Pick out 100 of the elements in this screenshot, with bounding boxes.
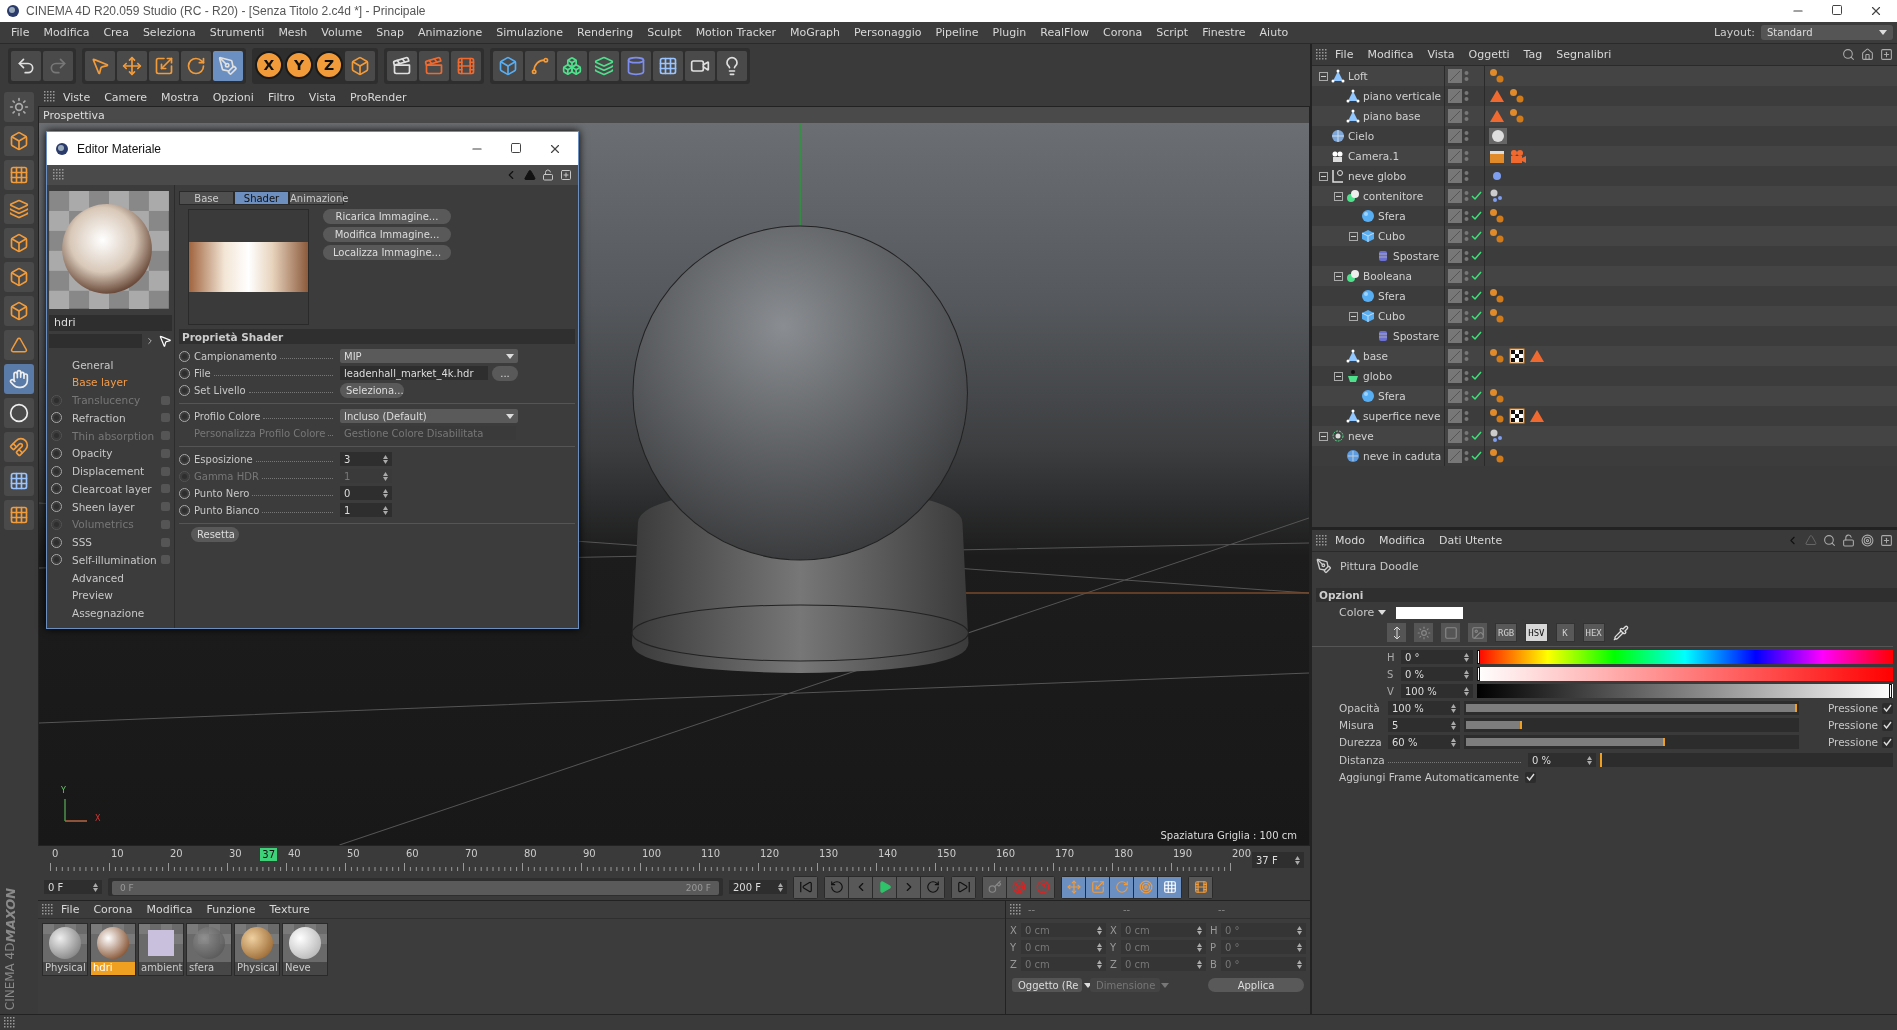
tab[interactable]: Base xyxy=(179,191,234,205)
menu-item[interactable]: Dati Utente xyxy=(1431,534,1510,547)
object-name[interactable]: contenitore xyxy=(1363,190,1424,202)
axis-lock-button[interactable]: X xyxy=(255,51,283,79)
channel-item[interactable]: Assegnazione xyxy=(49,604,172,622)
menu-item[interactable]: ProRender xyxy=(342,90,414,104)
menu-item[interactable]: Simulazione xyxy=(489,26,571,39)
dropdown[interactable]: Incluso (Default) xyxy=(340,409,518,423)
object-name[interactable]: globo xyxy=(1363,370,1393,382)
menu-item[interactable]: Vista xyxy=(1420,48,1462,61)
menu-item[interactable]: Mostra xyxy=(154,90,206,104)
browse-button[interactable]: ... xyxy=(492,365,518,381)
menu-item[interactable]: Funzione xyxy=(199,903,263,916)
menu-item[interactable]: File xyxy=(1328,48,1361,61)
menu-item[interactable]: Crea xyxy=(96,26,136,39)
object-name[interactable]: Cielo xyxy=(1348,130,1375,142)
select-button[interactable]: Seleziona... xyxy=(340,382,404,398)
layout-dropdown[interactable]: Standard xyxy=(1761,25,1893,40)
object-name[interactable]: piano base xyxy=(1363,110,1421,122)
material-name-field[interactable]: hdri xyxy=(49,314,172,331)
number-field[interactable]: 5 xyxy=(1388,718,1460,732)
menu-item[interactable]: Opzioni xyxy=(205,90,261,104)
color-mode-button[interactable]: RGB xyxy=(1495,623,1518,642)
axis-lock-button[interactable]: Y xyxy=(285,51,313,79)
menu-item[interactable]: Corona xyxy=(86,903,140,916)
menu-item[interactable]: Camere xyxy=(97,90,155,104)
color-mode-button[interactable]: K xyxy=(1555,623,1575,642)
number-field[interactable]: 0 ° xyxy=(1401,650,1473,664)
channel-item[interactable]: Advanced xyxy=(49,568,172,587)
reset-button[interactable]: Resetta xyxy=(191,527,239,542)
menu-item[interactable]: Texture xyxy=(262,903,317,916)
object-name[interactable]: Sfera xyxy=(1378,290,1406,302)
channel-item[interactable]: Refraction xyxy=(49,408,172,427)
color-mode-button[interactable]: HSV xyxy=(1525,623,1548,642)
menu-item[interactable]: RealFlow xyxy=(1033,26,1097,39)
object-name[interactable]: superfice neve xyxy=(1363,410,1441,422)
menu-item[interactable]: Plugin xyxy=(985,26,1034,39)
material-name[interactable]: Neve xyxy=(283,962,327,975)
channel-item[interactable]: Preview xyxy=(49,586,172,605)
channel-item[interactable]: Self-illumination xyxy=(49,550,172,569)
menu-item[interactable]: Rendering xyxy=(570,26,641,39)
object-name[interactable]: base xyxy=(1363,350,1389,362)
number-field[interactable]: 1 xyxy=(340,503,392,517)
number-field[interactable]: 0 % xyxy=(1401,667,1473,681)
menu-item[interactable]: Oggetti xyxy=(1461,48,1517,61)
object-name[interactable]: Spostare xyxy=(1393,330,1440,342)
number-field[interactable]: 100 % xyxy=(1401,684,1473,698)
image-action-button[interactable]: Modifica Immagine... xyxy=(323,227,451,242)
channel-item[interactable]: Clearcoat layer xyxy=(49,479,172,498)
menu-item[interactable]: Modo xyxy=(1328,534,1372,547)
menu-item[interactable]: Motion Tracker xyxy=(688,26,784,39)
material-name[interactable]: Physical xyxy=(43,962,87,975)
object-name[interactable]: Sfera xyxy=(1378,390,1406,402)
menu-item[interactable]: Seleziona xyxy=(135,26,203,39)
channel-item[interactable]: Sheen layer xyxy=(49,497,172,516)
object-name[interactable]: piano verticale xyxy=(1363,90,1442,102)
current-frame-field[interactable]: 37 F xyxy=(1252,852,1304,868)
apply-button[interactable]: Applica xyxy=(1208,978,1304,992)
menu-item[interactable]: Strumenti xyxy=(202,26,272,39)
color-mode-button[interactable]: HEX xyxy=(1582,623,1605,642)
menu-item[interactable]: Mesh xyxy=(271,26,315,39)
start-frame-field[interactable]: 0 F xyxy=(44,880,102,894)
end-frame-field[interactable]: 200 F xyxy=(729,880,787,894)
menu-item[interactable]: Sculpt xyxy=(640,26,689,39)
menu-item[interactable]: Corona xyxy=(1096,26,1150,39)
menu-item[interactable]: File xyxy=(54,903,87,916)
menu-item[interactable]: Volume xyxy=(314,26,370,39)
menu-item[interactable]: Viste xyxy=(56,90,98,104)
channel-item[interactable]: Displacement xyxy=(49,462,172,480)
material-name[interactable]: Physical xyxy=(235,962,279,975)
menu-item[interactable]: Script xyxy=(1149,26,1196,39)
number-field[interactable]: 0 xyxy=(340,486,392,500)
menu-item[interactable]: Segnalibri xyxy=(1549,48,1619,61)
axis-lock-button[interactable]: Z xyxy=(315,51,343,79)
menu-item[interactable]: Modifica xyxy=(139,903,200,916)
dropdown[interactable]: MIP xyxy=(340,349,518,363)
object-name[interactable]: Cubo xyxy=(1378,230,1406,242)
menu-item[interactable]: Tag xyxy=(1516,48,1550,61)
menu-item[interactable]: Animazione xyxy=(410,26,490,39)
object-name[interactable]: neve globo xyxy=(1348,170,1407,182)
material-name[interactable]: ambient xyxy=(139,962,183,975)
image-action-button[interactable]: Localizza Immagine... xyxy=(323,245,451,260)
menu-item[interactable]: Modifica xyxy=(1360,48,1421,61)
channel-item[interactable]: SSS xyxy=(49,533,172,551)
material-name[interactable]: sfera xyxy=(187,962,231,975)
menu-item[interactable]: Modifica xyxy=(1371,534,1432,547)
menu-item[interactable]: Modifica xyxy=(36,26,97,39)
menu-item[interactable]: Pipeline xyxy=(928,26,986,39)
object-name[interactable]: Camera.1 xyxy=(1348,150,1400,162)
tab[interactable]: Shader xyxy=(234,191,289,205)
menu-item[interactable]: Aiuto xyxy=(1252,26,1296,39)
channel-item[interactable]: General xyxy=(49,355,172,374)
number-field[interactable]: 0 % xyxy=(1528,753,1596,767)
image-action-button[interactable]: Ricarica Immagine... xyxy=(323,209,451,224)
menu-item[interactable]: File xyxy=(4,26,37,39)
menu-item[interactable]: MoGraph xyxy=(783,26,848,39)
object-name[interactable]: Loft xyxy=(1348,70,1368,82)
object-name[interactable]: Spostare xyxy=(1393,250,1440,262)
number-field[interactable]: 3 xyxy=(340,452,392,466)
object-name[interactable]: neve in caduta xyxy=(1363,450,1442,462)
